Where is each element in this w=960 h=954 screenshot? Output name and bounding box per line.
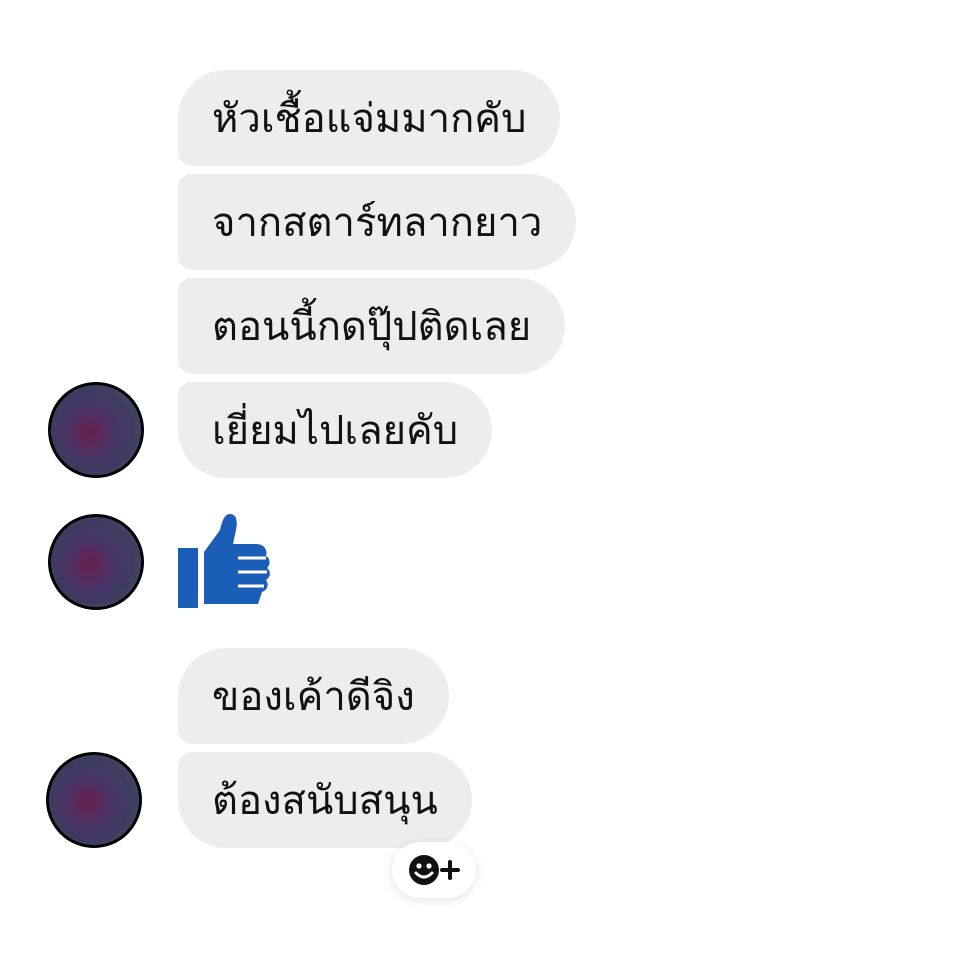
avatar[interactable]: [48, 514, 144, 610]
message-bubble[interactable]: จากสตาร์ทลากยาว: [178, 174, 577, 270]
thumbs-up-icon[interactable]: [176, 512, 272, 612]
message-text: ของเค้าดีจิง: [212, 674, 415, 720]
message-bubble[interactable]: ต้องสนับสนุน: [178, 752, 472, 848]
message-text: จากสตาร์ทลากยาว: [212, 200, 543, 246]
add-reaction-button[interactable]: [392, 842, 476, 898]
message-bubble[interactable]: หัวเชื้อแจ่มมากคับ: [178, 70, 561, 166]
avatar[interactable]: [48, 382, 144, 478]
message-text: ตอนนี้กดปุ๊ปติดเลย: [212, 304, 532, 350]
message-bubble[interactable]: เยี่ยมไปเลยคับ: [178, 382, 493, 478]
message-text: ต้องสนับสนุน: [212, 778, 438, 824]
avatar[interactable]: [46, 752, 142, 848]
add-reaction-icon: [409, 855, 460, 885]
message-text: หัวเชื้อแจ่มมากคับ: [212, 96, 527, 142]
message-bubble[interactable]: ของเค้าดีจิง: [178, 648, 449, 744]
message-bubble[interactable]: ตอนนี้กดปุ๊ปติดเลย: [178, 278, 566, 374]
message-text: เยี่ยมไปเลยคับ: [212, 408, 459, 454]
